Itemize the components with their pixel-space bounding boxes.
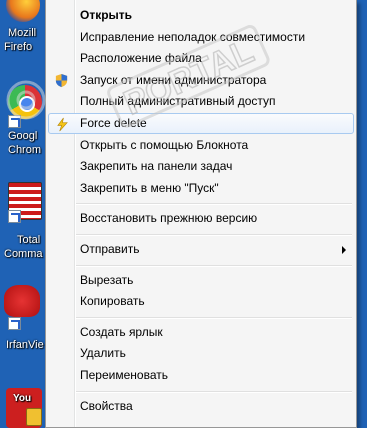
menu-item-label: Свойства bbox=[80, 398, 133, 413]
menu-separator bbox=[76, 203, 352, 206]
menu-item[interactable]: Отправить bbox=[48, 239, 354, 260]
menu-item[interactable]: Создать ярлык bbox=[48, 322, 354, 343]
menu-item[interactable]: Полный административный доступ bbox=[48, 91, 354, 112]
uac-shield-icon bbox=[55, 73, 68, 87]
menu-item[interactable]: Переименовать bbox=[48, 365, 354, 386]
menu-separator bbox=[76, 390, 352, 393]
menu-item[interactable]: Force delete bbox=[48, 113, 354, 134]
menu-item-label: Восстановить прежнюю версию bbox=[80, 211, 258, 226]
menu-item-label: Запуск от имени администратора bbox=[80, 72, 267, 87]
shortcut-arrow-icon bbox=[8, 210, 21, 223]
menu-item[interactable]: Закрепить в меню "Пуск" bbox=[48, 178, 354, 199]
menu-item-label: Открыть с помощью Блокнота bbox=[80, 137, 249, 152]
menu-item[interactable]: Запуск от имени администратора bbox=[48, 70, 354, 91]
menu-item[interactable]: Расположение файла bbox=[48, 48, 354, 69]
menu-item-label: Копировать bbox=[80, 294, 145, 309]
menu-separator bbox=[76, 316, 352, 319]
menu-item[interactable]: Открыть с помощью Блокнота bbox=[48, 135, 354, 156]
menu-item[interactable]: Свойства bbox=[48, 396, 354, 417]
menu-item[interactable]: Закрепить на панели задач bbox=[48, 156, 354, 177]
menu-item-label: Переименовать bbox=[80, 368, 168, 382]
shortcut-arrow-icon bbox=[8, 317, 21, 330]
desktop-icon-label: Firefo bbox=[4, 41, 33, 53]
lightning-icon bbox=[57, 117, 68, 132]
context-menu: Открыть Исправление неполадок совместимос… bbox=[45, 0, 357, 428]
menu-separator bbox=[76, 264, 352, 267]
menu-item-label: Полный административный доступ bbox=[80, 94, 276, 109]
menu-item-label: Исправление неполадок совместимости bbox=[80, 29, 306, 44]
menu-item-label: Вырезать bbox=[80, 272, 134, 287]
submenu-arrow-icon bbox=[342, 246, 346, 254]
menu-item-label: Закрепить в меню "Пуск" bbox=[80, 180, 219, 195]
desktop-icon-label: Comma bbox=[4, 248, 43, 260]
menu-item[interactable]: Открыть bbox=[48, 5, 354, 26]
menu-item[interactable]: Удалить bbox=[48, 343, 354, 364]
menu-item[interactable]: Исправление неполадок совместимости bbox=[48, 27, 354, 48]
lock-icon bbox=[26, 408, 42, 426]
menu-item-label: Force delete bbox=[80, 116, 147, 130]
menu-item[interactable]: Восстановить прежнюю версию bbox=[48, 208, 354, 229]
chrome-center-icon bbox=[19, 96, 35, 112]
menu-item-label: Создать ярлык bbox=[80, 324, 163, 339]
menu-item[interactable]: Вырезать bbox=[48, 270, 354, 291]
firefox-icon bbox=[6, 0, 40, 22]
menu-item-label: Удалить bbox=[80, 346, 126, 361]
irfanview-cat-icon bbox=[4, 285, 40, 317]
shortcut-arrow-icon bbox=[8, 115, 21, 128]
menu-item[interactable]: Копировать bbox=[48, 291, 354, 312]
menu-item-label: Расположение файла bbox=[80, 51, 202, 66]
menu-item-label: Открыть bbox=[80, 8, 133, 22]
desktop-icon-label: IrfanVie bbox=[6, 339, 44, 351]
menu-item-label: Закрепить на панели задач bbox=[80, 159, 233, 174]
menu-item-label: Отправить bbox=[80, 242, 140, 256]
menu-separator bbox=[76, 234, 352, 236]
